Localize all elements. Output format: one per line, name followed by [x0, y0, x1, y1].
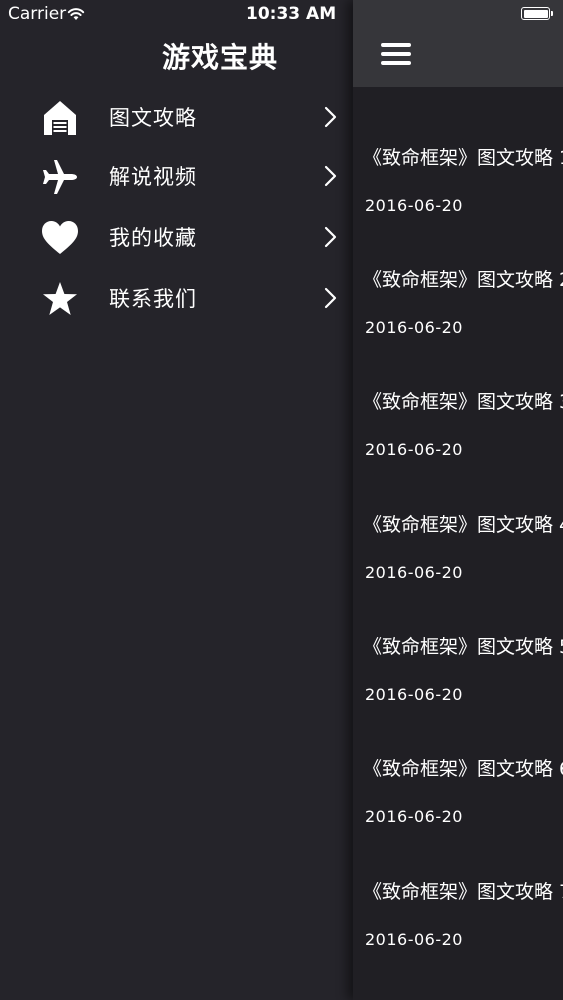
list-item[interactable]: 《致命框架》图文攻略 3 2016-06-20: [353, 387, 563, 509]
article-title: 《致命框架》图文攻略 3: [363, 391, 563, 413]
article-date: 2016-06-20: [365, 196, 463, 215]
sidebar-item-favorites[interactable]: 我的收藏: [0, 207, 353, 267]
article-date: 2016-06-20: [365, 685, 463, 704]
article-title: 《致命框架》图文攻略 2: [363, 269, 563, 291]
chevron-right-icon: [323, 164, 339, 188]
side-menu: 游戏宝典 图文攻略 解说视频 我的收藏 联系我们: [0, 0, 353, 1000]
chevron-right-icon: [323, 105, 339, 129]
article-title: 《致命框架》图文攻略 5: [363, 636, 563, 658]
list-item[interactable]: 《致命框架》图文攻略 2 2016-06-20: [353, 265, 563, 387]
chevron-right-icon: [323, 225, 339, 249]
hamburger-menu-icon[interactable]: [381, 43, 411, 65]
article-title: 《致命框架》图文攻略 1: [363, 147, 563, 169]
article-date: 2016-06-20: [365, 807, 463, 826]
list-item[interactable]: 《致命框架》图文攻略 4 2016-06-20: [353, 510, 563, 632]
battery-tip: [551, 11, 553, 16]
article-date: 2016-06-20: [365, 930, 463, 949]
status-bar: Carrier 10:33 AM: [0, 0, 563, 30]
list-item[interactable]: 《致命框架》图文攻略 1 2016-06-20: [353, 143, 563, 265]
sidebar-item-label: 联系我们: [109, 287, 197, 311]
wifi-icon: [67, 6, 85, 20]
main-content: 《致命框架》图文攻略 1 2016-06-20 《致命框架》图文攻略 2 201…: [353, 0, 563, 1000]
airplane-icon: [41, 159, 79, 195]
sidebar-item-label: 我的收藏: [109, 226, 197, 250]
heart-icon: [41, 220, 79, 256]
article-date: 2016-06-20: [365, 440, 463, 459]
article-title: 《致命框架》图文攻略 4: [363, 514, 563, 536]
article-date: 2016-06-20: [365, 563, 463, 582]
sidebar-item-contact[interactable]: 联系我们: [0, 268, 353, 328]
list-item[interactable]: 《致命框架》图文攻略 6 2016-06-20: [353, 754, 563, 876]
battery-icon: [521, 7, 550, 20]
carrier-label: Carrier: [8, 4, 67, 24]
sidebar-item-label: 解说视频: [109, 165, 197, 189]
chevron-right-icon: [323, 286, 339, 310]
sidebar-item-label: 图文攻略: [109, 106, 197, 130]
article-date: 2016-06-20: [365, 318, 463, 337]
sidebar-item-guides[interactable]: 图文攻略: [0, 87, 353, 147]
list-item[interactable]: 《致命框架》图文攻略 7 2016-06-20: [353, 877, 563, 999]
list-item[interactable]: 《致命框架》图文攻略 5 2016-06-20: [353, 632, 563, 754]
article-title: 《致命框架》图文攻略 6: [363, 758, 563, 780]
sidebar-item-videos[interactable]: 解说视频: [0, 146, 353, 206]
article-title: 《致命框架》图文攻略 7: [363, 881, 563, 903]
clock: 10:33 AM: [246, 4, 337, 24]
house-icon: [41, 100, 79, 136]
star-icon: [41, 281, 79, 317]
